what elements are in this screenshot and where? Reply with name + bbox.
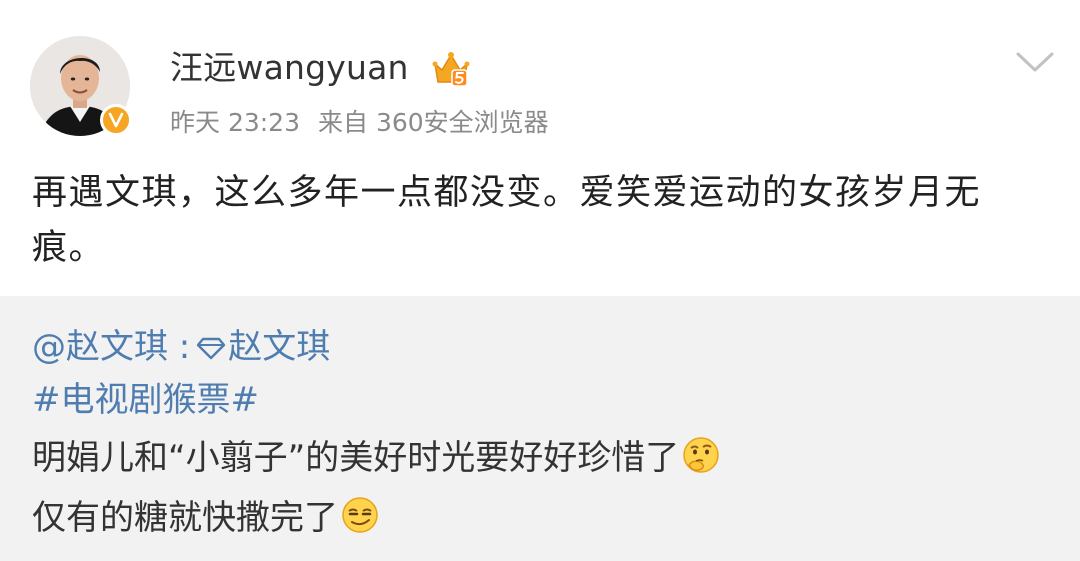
post-meta: 昨天 23:23 来自 360安全浏览器	[170, 106, 567, 140]
diamond-icon	[197, 337, 226, 360]
repost-mention-line: @赵文琪 : 赵文琪	[32, 322, 330, 372]
smirk-emoji-icon	[342, 497, 378, 533]
repost-text-2: 仅有的糖就快撒完了	[32, 498, 338, 538]
mention-link[interactable]: @赵文琪	[32, 327, 168, 367]
verified-badge-icon	[100, 104, 132, 136]
topic-hashtag[interactable]: #电视剧猴票#	[32, 375, 259, 425]
mention-separator: :	[168, 327, 191, 367]
post-time: 昨天 23:23	[170, 108, 300, 137]
chevron-down-icon[interactable]	[1014, 48, 1056, 76]
crown-vip-badge-icon[interactable]	[432, 50, 470, 88]
thinking-emoji-icon	[683, 437, 719, 473]
repost-text-line-2: 仅有的糖就快撒完了	[32, 493, 380, 543]
repost-text-1: 明娟儿和“小翦子”的美好时光要好好珍惜了	[32, 438, 680, 478]
post-username[interactable]: 汪远wangyuan	[170, 46, 409, 90]
post-text: 再遇文琪，这么多年一点都没变。爱笑爱运动的女孩岁月无痕。	[32, 173, 982, 268]
repost-text-line-1: 明娟儿和“小翦子”的美好时光要好好珍惜了	[32, 433, 721, 483]
mention-link-2[interactable]: 赵文琪	[228, 327, 330, 367]
post-source[interactable]: 来自 360安全浏览器	[318, 108, 549, 137]
weibo-post-card: 汪远wangyuan 昨天 23:23 来自 360安全浏览器 再遇文琪，这么多年…	[0, 0, 1080, 296]
